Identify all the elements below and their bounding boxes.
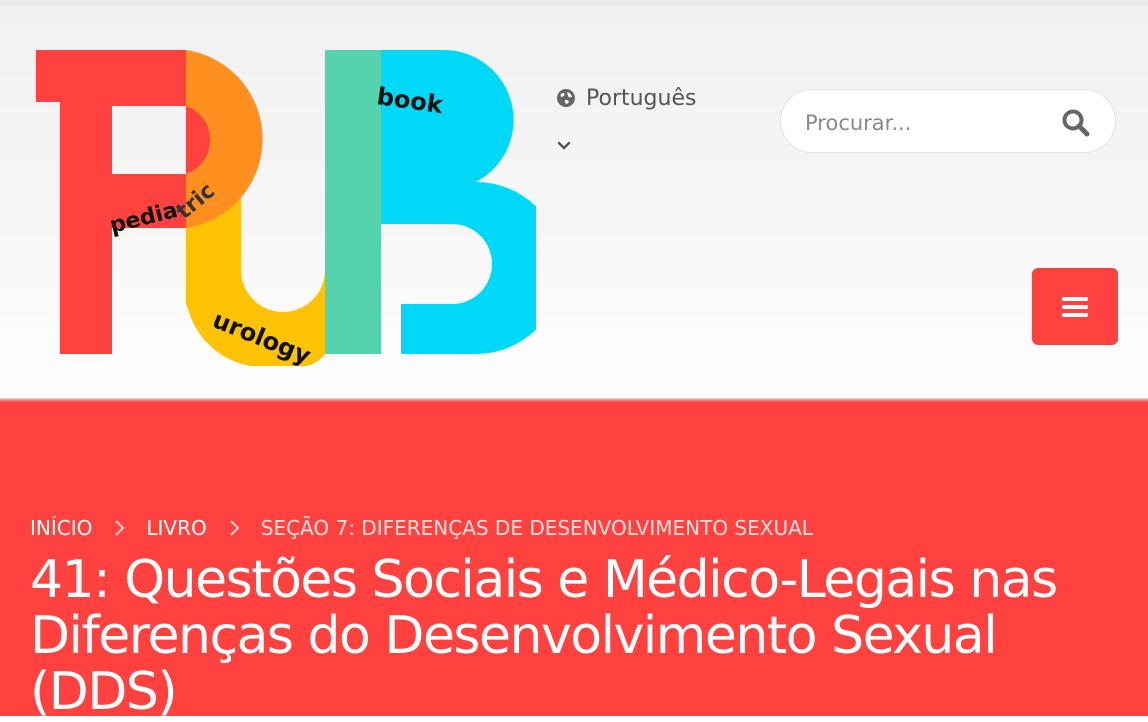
chevron-right-icon — [115, 520, 125, 536]
menu-button[interactable] — [1032, 268, 1118, 345]
site-header: pedia tric urology book Português — [0, 6, 1148, 400]
site-logo[interactable]: pedia tric urology book — [36, 50, 536, 372]
breadcrumb-book[interactable]: LIVRO — [146, 516, 206, 540]
hamburger-icon — [1062, 296, 1088, 317]
breadcrumb: INÍCIO LIVRO SEÇÃO 7: DIFERENÇAS DE DESE… — [30, 516, 813, 540]
language-switcher[interactable]: Português — [556, 82, 726, 150]
chevron-down-icon[interactable] — [556, 138, 572, 154]
breadcrumb-current: SEÇÃO 7: DIFERENÇAS DE DESENVOLVIMENTO S… — [260, 516, 813, 540]
breadcrumb-home[interactable]: INÍCIO — [30, 516, 92, 540]
page-hero: INÍCIO LIVRO SEÇÃO 7: DIFERENÇAS DE DESE… — [0, 402, 1148, 720]
search-icon[interactable] — [1061, 108, 1091, 138]
search-box — [780, 89, 1116, 153]
logo-graphic: pedia tric urology book — [36, 50, 536, 370]
page-title: 41: Questões Sociais e Médico-Legais nas… — [30, 550, 1058, 722]
language-label: Português — [586, 85, 697, 111]
search-input[interactable] — [803, 106, 1047, 140]
globe-icon — [557, 89, 575, 107]
chevron-right-icon — [230, 520, 240, 536]
